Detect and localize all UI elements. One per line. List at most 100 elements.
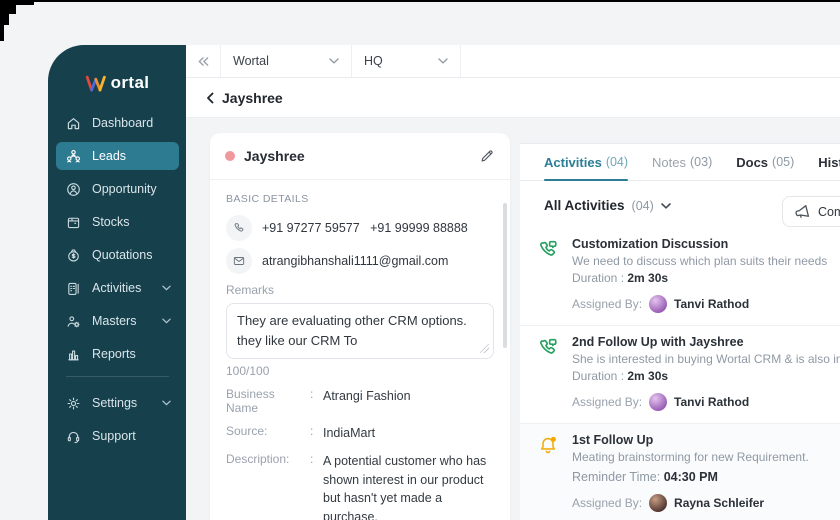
tab-label: Docs <box>736 154 769 170</box>
avatar <box>649 494 668 512</box>
field-value: A potential customer who has shown inter… <box>323 453 487 520</box>
lead-email-row: atrangibhanshali1111@gmail.com <box>226 248 494 274</box>
breadcrumb: Jayshree <box>186 78 840 118</box>
sidebar-item-masters[interactable]: Masters <box>56 307 179 335</box>
chevron-down-icon <box>438 58 448 64</box>
meta-label: Duration : <box>572 369 625 383</box>
field-label: Business Name <box>226 387 275 415</box>
chevron-down-icon <box>162 400 171 406</box>
organization-select[interactable]: Wortal <box>221 45 351 77</box>
sidebar-item-stocks[interactable]: Stocks <box>56 208 179 236</box>
bar-chart-icon <box>64 345 82 363</box>
lead-email: atrangibhanshali1111@gmail.com <box>262 254 449 268</box>
lead-status-dot <box>225 151 235 161</box>
field-label: Source: <box>226 424 268 438</box>
branch-select[interactable]: HQ <box>352 45 460 77</box>
avatar <box>649 393 668 411</box>
assigned-label: Assigned By: <box>572 395 643 409</box>
activity-meta: Reminder Time: 04:30 PM <box>572 470 840 484</box>
lead-name: Jayshree <box>244 148 305 164</box>
activities-panel: Activities (04) Notes (03) Docs (05) His… <box>520 143 840 520</box>
sidebar-item-label: Dashboard <box>92 116 154 130</box>
home-icon <box>64 114 82 132</box>
activity-description: She is interested in buying Wortal CRM &… <box>572 352 840 366</box>
field-separator: : <box>310 424 314 438</box>
remarks-textarea[interactable]: They are evaluating other CRM options. t… <box>226 303 494 359</box>
lead-card-body: BASIC DETAILS +91 97277 59577 +91 99999 … <box>210 180 510 520</box>
megaphone-icon <box>794 204 810 220</box>
lead-card-header: Jayshree <box>210 133 510 180</box>
logo-w-icon <box>85 74 109 93</box>
meta-label: Duration : <box>572 271 625 285</box>
sidebar-item-support[interactable]: Support <box>56 422 179 450</box>
activity-item-customization-discussion[interactable]: Customization Discussion We need to disc… <box>520 228 840 326</box>
sidebar-collapse-button[interactable] <box>186 45 220 77</box>
assigned-row: Assigned By: Tanvi Rathod <box>572 393 840 411</box>
branch-select-value: HQ <box>364 54 383 68</box>
chevron-down-icon <box>162 318 171 324</box>
meta-value: 2m 30s <box>627 271 669 285</box>
activity-meta: Duration : 2m 30s <box>572 369 840 383</box>
lead-phone-numbers: +91 97277 59577 +91 99999 88888 <box>262 221 468 235</box>
tab-notes[interactable]: Notes (03) <box>652 144 712 180</box>
sidebar-item-reports[interactable]: Reports <box>56 340 179 368</box>
back-button[interactable] <box>206 92 214 104</box>
organization-select-value: Wortal <box>233 54 269 68</box>
card-scrollbar[interactable] <box>503 203 507 348</box>
tab-history[interactable]: History (04) <box>818 144 840 180</box>
communication-button-label: Communication <box>818 204 840 219</box>
field-row-source: Source: : IndiaMart <box>226 424 494 443</box>
sidebar-item-label: Leads <box>92 149 127 163</box>
field-label: Description: <box>226 451 290 466</box>
activity-meta: Duration : 2m 30s <box>572 271 840 285</box>
gear-icon <box>64 394 82 412</box>
remarks-label: Remarks <box>226 283 275 297</box>
headset-icon <box>64 427 82 445</box>
meta-value: 04:30 PM <box>663 470 718 484</box>
tab-count: (05) <box>772 155 795 169</box>
phone-icon <box>226 215 252 241</box>
tab-docs[interactable]: Docs (05) <box>736 144 794 180</box>
screen-artifact-step <box>0 5 16 14</box>
sidebar-item-settings[interactable]: Settings <box>56 389 179 417</box>
reminder-bell-icon <box>536 434 560 458</box>
tab-label: Notes <box>652 154 687 170</box>
activities-filter-dropdown[interactable]: All Activities (04) <box>544 198 816 213</box>
activity-item-2nd-follow-up[interactable]: 2nd Follow Up with Jayshree She is inter… <box>520 326 840 424</box>
sidebar-item-dashboard[interactable]: Dashboard <box>56 109 179 137</box>
screen-artifact-top-bar <box>0 0 840 2</box>
chevron-down-icon <box>329 58 339 64</box>
sidebar-item-label: Reports <box>92 347 136 361</box>
tab-activities[interactable]: Activities (04) <box>544 144 629 181</box>
assigned-label: Assigned By: <box>572 496 643 510</box>
activity-title: Customization Discussion <box>572 237 729 251</box>
sidebar-item-activities[interactable]: Activities <box>56 274 179 302</box>
person-gear-icon <box>64 312 82 330</box>
activity-description: We need to discuss which plan suits thei… <box>572 254 828 268</box>
activity-title: 1st Follow Up <box>572 433 654 447</box>
remarks-char-counter: 100/100 <box>226 364 270 378</box>
money-bag-icon <box>64 246 82 264</box>
filter-count: (04) <box>631 198 654 213</box>
sidebar-item-leads[interactable]: Leads <box>56 142 179 170</box>
call-activity-icon <box>536 336 560 360</box>
checklist-icon <box>64 279 82 297</box>
person-circle-icon <box>64 180 82 198</box>
sidebar-item-opportunity[interactable]: Opportunity <box>56 175 179 203</box>
sidebar-item-label: Support <box>92 429 136 443</box>
assignee-name: Tanvi Rathod <box>674 297 750 311</box>
communication-button[interactable]: Communication <box>782 196 840 227</box>
activity-item-1st-follow-up[interactable]: 1st Follow Up Meating brainstorming for … <box>520 424 840 520</box>
sidebar-item-label: Stocks <box>92 215 130 229</box>
sidebar-item-quotations[interactable]: Quotations <box>56 241 179 269</box>
basic-details-heading: BASIC DETAILS <box>226 193 309 205</box>
meta-label: Reminder Time: <box>572 470 661 484</box>
edit-lead-button[interactable] <box>479 148 495 164</box>
chevron-down-icon <box>162 285 171 291</box>
resize-handle-icon[interactable] <box>480 344 489 353</box>
envelope-icon <box>226 248 252 274</box>
avatar <box>649 295 668 313</box>
activity-content: 1st Follow Up Meating brainstorming for … <box>572 433 840 512</box>
meta-value: 2m 30s <box>627 369 669 383</box>
field-value: Atrangi Fashion <box>323 389 411 403</box>
